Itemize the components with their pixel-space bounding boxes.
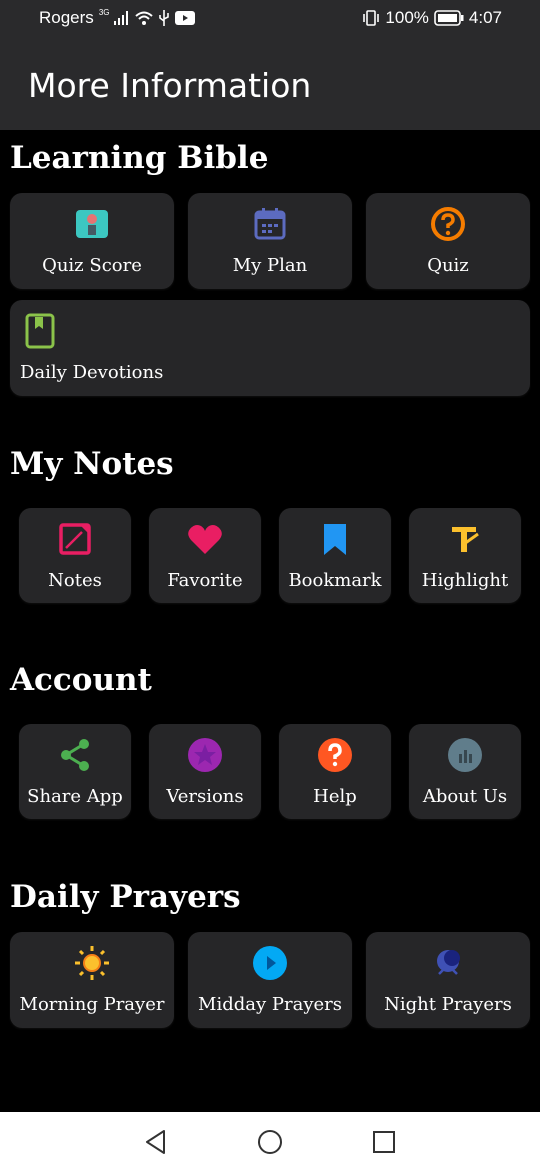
app-bar: More Information [0,36,540,130]
section-title-notes: My Notes [10,446,174,482]
network-label: 3G [98,7,110,17]
note-icon [59,523,91,555]
bookmark-label: Bookmark [288,570,382,591]
versions-label: Versions [166,786,244,807]
quiz-score-icon [76,210,108,238]
wifi-icon [135,11,154,25]
morning-prayer-label: Morning Prayer [19,994,165,1015]
youtube-icon [175,11,196,25]
back-icon[interactable] [142,1128,170,1156]
quiz-score-label: Quiz Score [42,255,142,276]
battery-label: 100% [385,8,429,27]
play-circle-icon [253,946,287,980]
usb-icon [159,10,170,26]
about-us-button[interactable]: About Us [409,724,521,819]
help-button[interactable]: Help [279,724,391,819]
share-app-label: Share App [27,786,123,807]
my-plan-label: My Plan [232,255,308,276]
page-title: More Information [28,66,312,105]
notes-button[interactable]: Notes [19,508,131,603]
question-circle-icon [431,207,465,241]
highlight-icon [452,527,479,552]
section-title-account: Account [10,662,152,698]
midday-prayers-button[interactable]: Midday Prayers [188,932,352,1028]
sun-icon [75,946,109,980]
recents-icon[interactable] [370,1128,398,1156]
midday-prayers-label: Midday Prayers [198,994,342,1015]
book-icon [25,313,55,349]
night-prayers-label: Night Prayers [384,994,512,1015]
clock-label: 4:07 [468,8,502,27]
quiz-score-button[interactable]: Quiz Score [10,193,174,289]
section-title-learning: Learning Bible [10,140,269,176]
quiz-button[interactable]: Quiz [366,193,530,289]
home-icon[interactable] [256,1128,284,1156]
heart-icon [188,525,222,554]
daily-devotions-label: Daily Devotions [20,362,164,383]
bookmark-button[interactable]: Bookmark [279,508,391,603]
info-icon [448,738,482,772]
moon-icon [437,950,460,975]
calendar-icon [254,208,286,240]
share-app-button[interactable]: Share App [19,724,131,819]
my-plan-button[interactable]: My Plan [188,193,352,289]
battery-icon [434,10,464,26]
carrier-label: Rogers [39,8,94,27]
favorite-label: Favorite [167,570,243,591]
section-title-prayers: Daily Prayers [10,879,241,915]
versions-button[interactable]: Versions [149,724,261,819]
vibrate-icon [363,10,380,26]
notes-label: Notes [48,570,102,591]
help-label: Help [313,786,357,807]
about-us-label: About Us [422,786,508,807]
highlight-label: Highlight [421,570,509,591]
signal-icon [114,11,129,25]
night-prayers-button[interactable]: Night Prayers [366,932,530,1028]
bookmark-icon [324,524,346,555]
highlight-button[interactable]: Highlight [409,508,521,603]
system-nav-bar [0,1112,540,1170]
share-icon [61,739,89,771]
quiz-label: Quiz [427,255,469,276]
versions-icon [188,738,222,772]
help-icon [318,738,352,772]
status-bar: Rogers 3G 100% 4:07 [0,0,540,36]
morning-prayer-button[interactable]: Morning Prayer [10,932,174,1028]
favorite-button[interactable]: Favorite [149,508,261,603]
daily-devotions-button[interactable]: Daily Devotions [10,300,530,396]
